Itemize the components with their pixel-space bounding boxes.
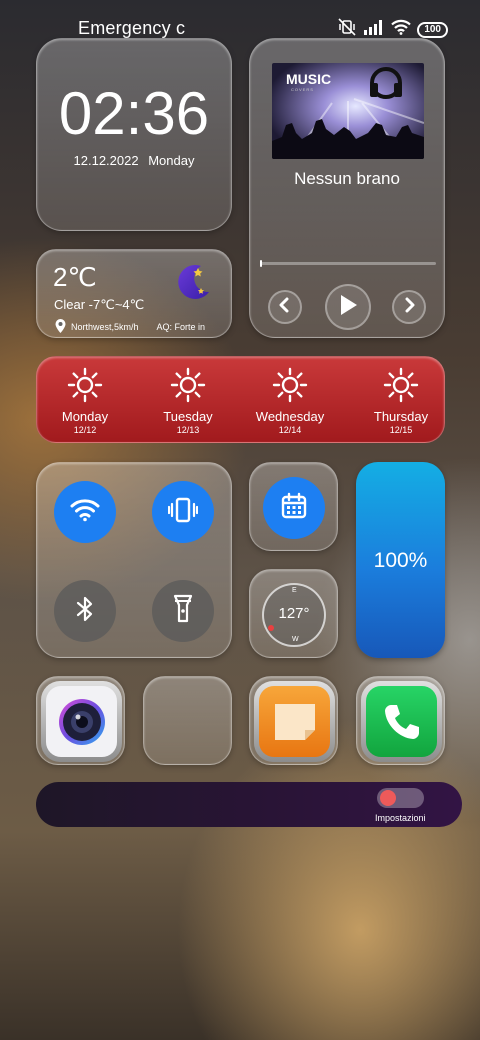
album-art: MUSIC COVERS	[272, 63, 424, 159]
play-icon	[338, 294, 358, 321]
forecast-day-date: 12/12	[73, 425, 97, 435]
wifi-icon	[70, 498, 100, 527]
calendar-widget[interactable]	[249, 462, 338, 551]
clock-date: 12.12.2022	[73, 153, 139, 168]
camera-app-frame	[41, 681, 122, 762]
camera-app[interactable]	[36, 676, 125, 765]
forecast-day-date: 12/13	[176, 425, 200, 435]
clock-time: 02:36	[58, 80, 210, 147]
forecast-day-date: 12/15	[389, 425, 413, 435]
settings-label: Impostazioni	[375, 813, 426, 823]
battery-level: 100%	[373, 549, 428, 572]
sun-icon	[143, 367, 233, 403]
next-track-button[interactable]	[392, 290, 426, 324]
phone-icon	[366, 686, 437, 757]
clock-date-row: 12.12.2022 Monday	[37, 153, 231, 168]
sun-icon	[245, 367, 335, 403]
forecast-day-name: Tuesday	[163, 409, 213, 424]
toggle-knob	[380, 790, 396, 806]
bluetooth-toggle[interactable]	[54, 580, 116, 642]
quick-toggles-widget	[36, 462, 232, 658]
wifi-toggle[interactable]	[54, 481, 116, 543]
compass-east-label: E	[292, 587, 297, 594]
battery-icon: 100	[417, 21, 448, 38]
sun-icon	[40, 367, 130, 403]
weather-temperature: 2℃	[53, 262, 97, 292]
flashlight-toggle[interactable]	[152, 580, 214, 642]
weather-widget[interactable]: 2℃ Clear -7℃~4℃ Northwest,5km/h AQ: Fort…	[36, 249, 232, 338]
vibrate-toggle[interactable]	[152, 481, 214, 543]
vibrate-icon	[167, 495, 199, 530]
forecast-strip[interactable]: Monday 12/12 Tuesday 12/13 Wednesday 12/…	[36, 356, 445, 443]
calendar-button[interactable]	[263, 477, 325, 539]
phone-app[interactable]	[356, 676, 445, 765]
chevron-right-icon	[401, 297, 417, 318]
bluetooth-icon	[75, 595, 95, 628]
forecast-day: Thursday 12/15	[356, 367, 446, 435]
camera-icon	[46, 686, 117, 757]
carrier-label: Emergency c	[78, 18, 186, 38]
compass-dial: E 127° W	[262, 583, 326, 647]
track-name: Nessun brano	[294, 169, 400, 188]
chevron-left-icon	[277, 297, 293, 318]
playback-progress-handle[interactable]	[260, 260, 262, 267]
sun-icon	[356, 367, 446, 403]
forecast-day: Wednesday 12/14	[245, 367, 335, 435]
wifi-icon	[391, 19, 412, 40]
compass-degrees: 127°	[278, 605, 310, 622]
play-button[interactable]	[325, 284, 371, 330]
album-title: MUSIC	[286, 71, 332, 87]
forecast-day-name: Monday	[61, 409, 109, 424]
empty-app-slot[interactable]	[143, 676, 232, 765]
weather-air-quality: AQ: Forte in	[156, 322, 205, 332]
moon-icon	[171, 262, 213, 309]
settings-bar: Impostazioni	[36, 782, 462, 827]
flashlight-icon	[173, 594, 193, 629]
forecast-day-name: Thursday	[373, 409, 429, 424]
notes-icon	[259, 686, 330, 757]
forecast-day: Monday 12/12	[40, 367, 130, 435]
battery-widget[interactable]: 100%	[356, 462, 445, 658]
compass-widget[interactable]: E 127° W	[249, 569, 338, 658]
compass-west-label: W	[292, 636, 299, 643]
clock-widget[interactable]: 02:36 12.12.2022 Monday	[36, 38, 232, 231]
clock-weekday: Monday	[148, 153, 195, 168]
music-widget[interactable]: MUSIC COVERS Nessun brano	[249, 38, 445, 338]
phone-app-frame	[361, 681, 442, 762]
weather-wind: Northwest,5km/h	[71, 322, 139, 332]
forecast-day-name: Wednesday	[255, 409, 325, 424]
compass-needle-dot	[268, 625, 274, 631]
notes-app[interactable]	[249, 676, 338, 765]
forecast-day: Tuesday 12/13	[143, 367, 233, 435]
weather-condition: Clear -7℃~4℃	[54, 297, 145, 312]
notes-app-frame	[254, 681, 335, 762]
previous-track-button[interactable]	[268, 290, 302, 324]
signal-icon	[363, 19, 385, 40]
forecast-day-date: 12/14	[278, 425, 302, 435]
album-subtitle: COVERS	[291, 87, 314, 92]
playback-progress-bar[interactable]	[260, 260, 436, 267]
settings-toggle[interactable]	[377, 788, 424, 808]
calendar-icon	[280, 492, 308, 525]
location-pin-icon	[55, 319, 66, 338]
